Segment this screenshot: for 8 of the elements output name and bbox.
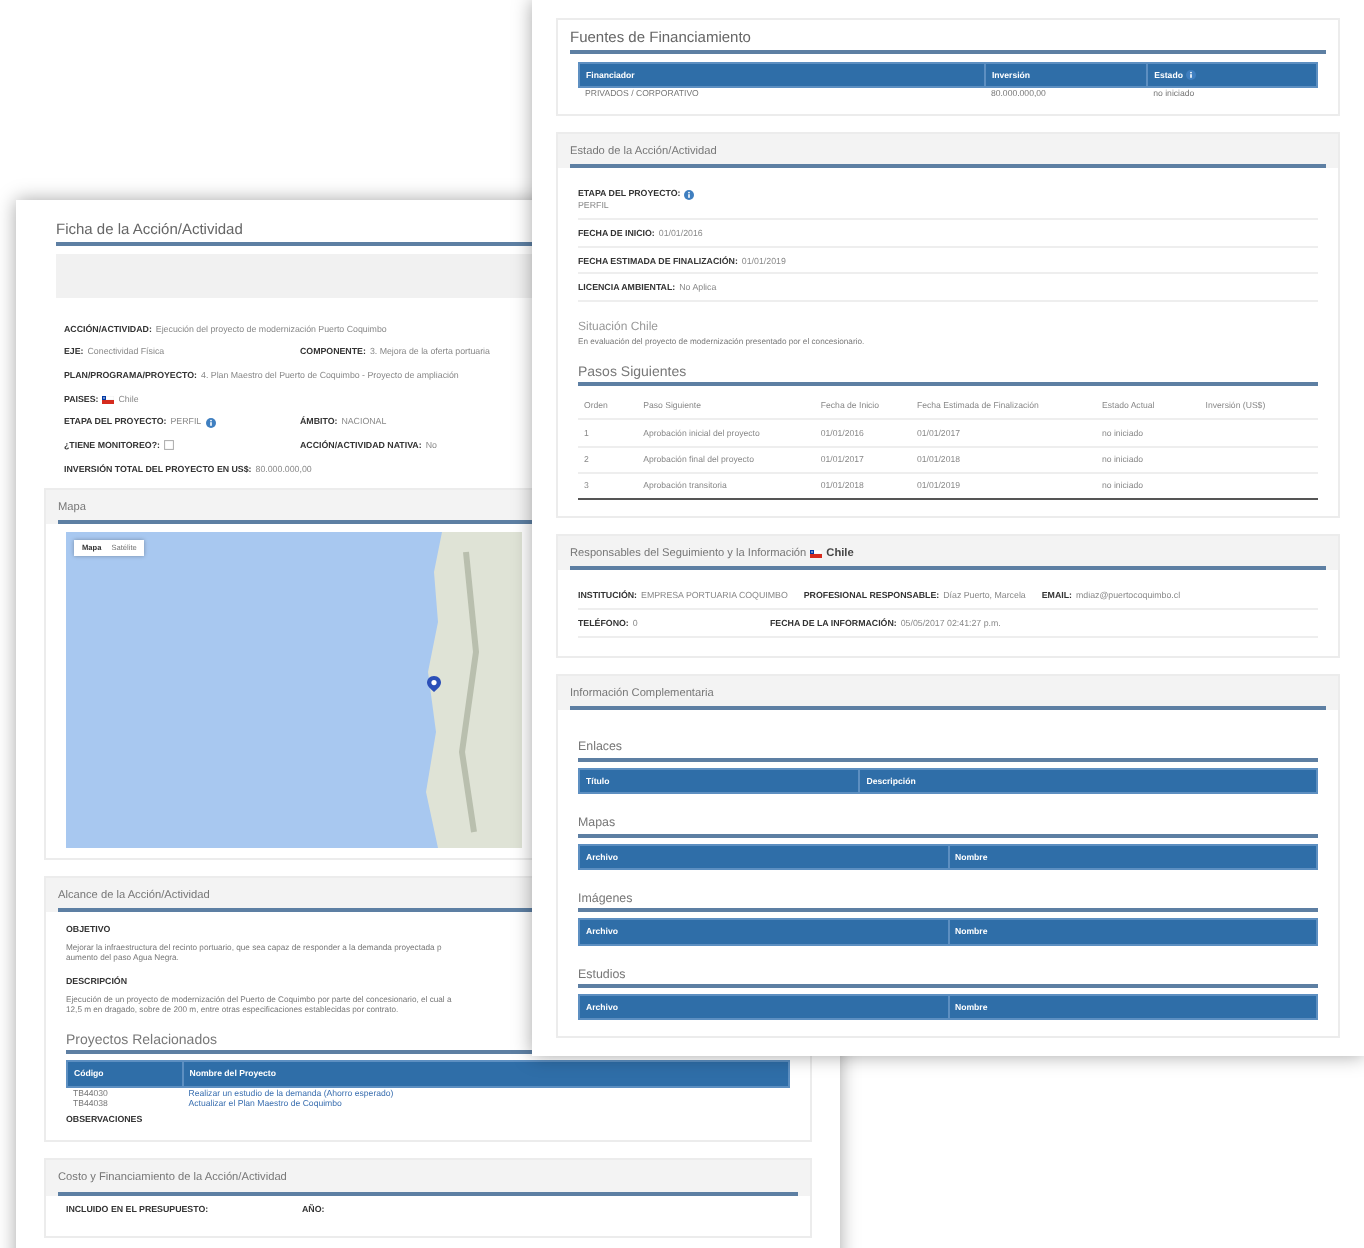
checkbox[interactable] [163,440,174,451]
map-pin-icon [426,675,442,692]
info-icon [684,189,695,200]
map-drawing[interactable] [66,531,522,848]
info-icon [1186,69,1197,80]
flag-icon [102,395,115,403]
info-icon [205,417,216,428]
flag-icon [810,549,823,558]
